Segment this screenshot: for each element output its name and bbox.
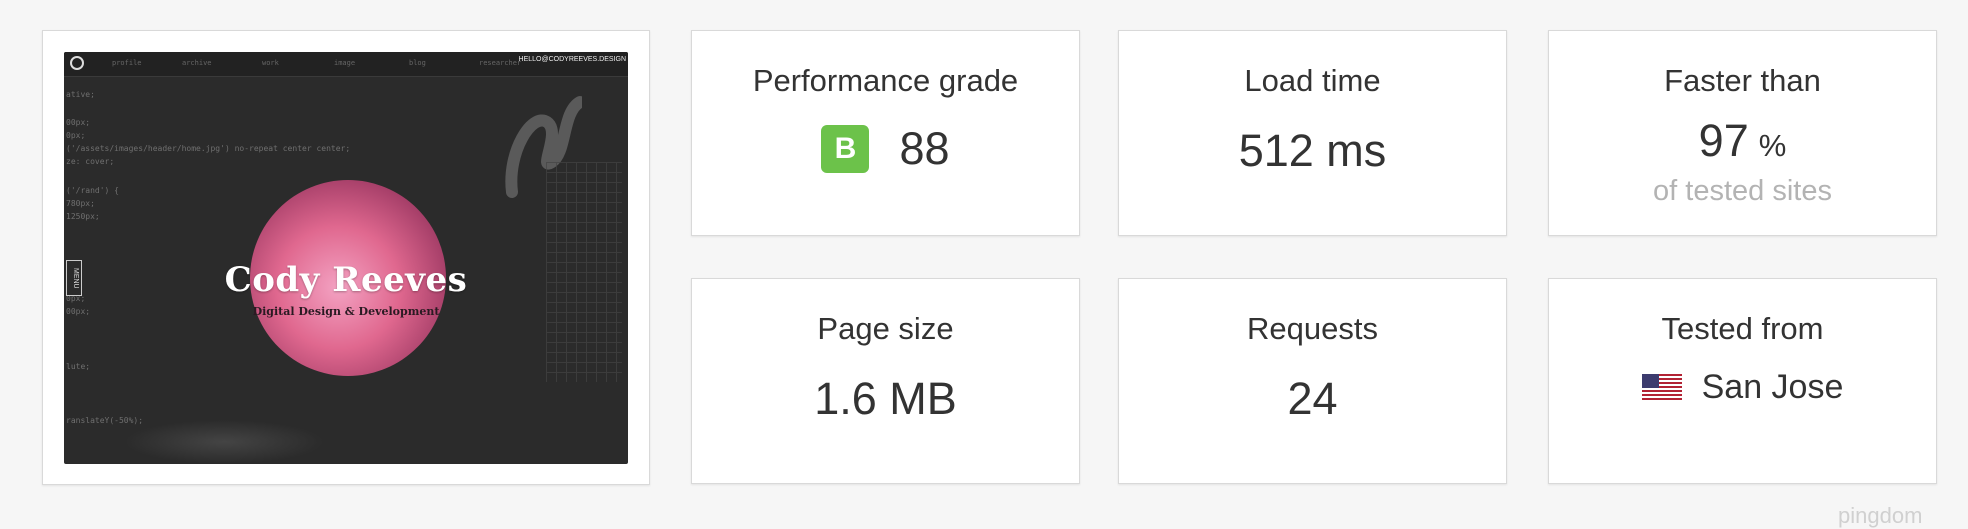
website-screenshot-card: profile archive work image blog research… bbox=[42, 30, 650, 485]
code-line: ze: cover; bbox=[66, 157, 115, 166]
smudge-decoration bbox=[124, 420, 324, 464]
hero-name: Cody Reeves bbox=[224, 260, 468, 300]
us-flag-icon bbox=[1641, 374, 1682, 400]
performance-grade-row: B 88 bbox=[692, 123, 1079, 174]
load-time-card: Load time 512 ms bbox=[1118, 30, 1507, 236]
requests-label: Requests bbox=[1247, 311, 1378, 346]
faster-than-value-row: 97% bbox=[1549, 115, 1936, 167]
code-line: ative; bbox=[66, 90, 95, 99]
code-line: 1250px; bbox=[66, 212, 100, 221]
site-logo-icon bbox=[70, 56, 84, 70]
performance-grade-label: Performance grade bbox=[752, 63, 1019, 98]
browser-tab: work bbox=[262, 59, 279, 67]
code-line: 00px; bbox=[66, 118, 91, 127]
faster-than-unit: % bbox=[1758, 128, 1787, 163]
code-line: 780px; bbox=[66, 199, 95, 208]
load-time-label: Load time bbox=[1244, 63, 1381, 98]
tested-from-location: San Jose bbox=[1701, 367, 1844, 406]
browser-tab: archive bbox=[182, 59, 212, 67]
code-line: lute; bbox=[66, 362, 91, 371]
faster-than-card: Faster than 97% of tested sites bbox=[1548, 30, 1937, 236]
page-size-card: Page size 1.6 MB bbox=[691, 278, 1080, 484]
performance-grade-card: Performance grade B 88 bbox=[691, 30, 1080, 236]
browser-tab-bar: profile archive work image blog research… bbox=[64, 52, 628, 77]
browser-tab: profile bbox=[112, 59, 142, 67]
tested-from-row: San Jose bbox=[1549, 363, 1936, 411]
email-link: HELLO@CODYREEVES.DESIGN bbox=[518, 56, 626, 63]
browser-tab: researcher bbox=[479, 59, 522, 67]
hero-tagline: Digital Design & Development bbox=[252, 305, 440, 318]
page-size-label: Page size bbox=[817, 311, 954, 346]
code-line: ('/assets/images/header/home.jpg') no-re… bbox=[66, 144, 351, 153]
grade-badge: B bbox=[821, 125, 870, 173]
faster-than-value: 97 bbox=[1698, 115, 1749, 166]
tested-from-label: Tested from bbox=[1661, 311, 1824, 346]
website-screenshot[interactable]: profile archive work image blog research… bbox=[64, 52, 628, 464]
requests-value: 24 bbox=[1287, 373, 1338, 424]
faster-than-label: Faster than bbox=[1664, 63, 1821, 98]
page-size-value: 1.6 MB bbox=[814, 373, 957, 424]
performance-score: 88 bbox=[899, 123, 950, 174]
code-line: 0px; bbox=[66, 131, 86, 140]
pingdom-watermark: pingdom bbox=[1838, 503, 1923, 528]
code-line: ('/rand') { bbox=[66, 186, 119, 195]
load-time-value: 512 ms bbox=[1238, 125, 1387, 176]
browser-tab: image bbox=[334, 59, 356, 67]
browser-tab: blog bbox=[409, 59, 426, 67]
faster-than-subtext: of tested sites bbox=[1653, 175, 1832, 207]
requests-card: Requests 24 bbox=[1118, 278, 1507, 484]
tested-from-card: Tested from San Jose bbox=[1548, 278, 1937, 484]
